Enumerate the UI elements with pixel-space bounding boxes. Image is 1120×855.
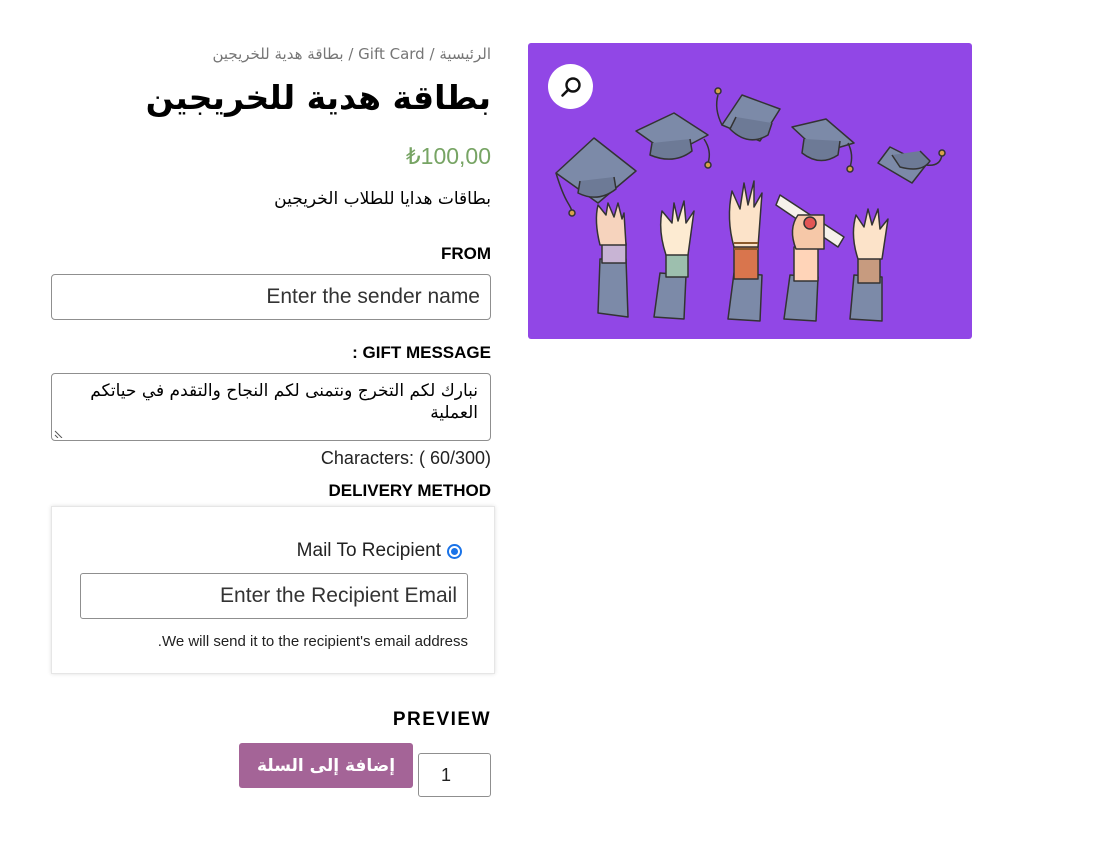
arm-2 <box>653 200 695 320</box>
cap-5 <box>877 146 946 184</box>
delivery-option-mail[interactable]: Mail To Recipient <box>78 537 468 565</box>
mail-radio[interactable] <box>447 543 462 559</box>
magnifier-icon <box>560 76 581 97</box>
mail-option-label: Mail To Recipient <box>296 540 441 561</box>
delivery-method-box: Mail To Recipient We will send it to the… <box>51 506 495 674</box>
breadcrumb-separator: / <box>343 45 354 63</box>
cap-3 <box>714 87 781 142</box>
resize-grip-icon[interactable] <box>54 429 63 438</box>
product-image-gallery[interactable] <box>528 43 972 339</box>
arm-4 <box>775 194 845 322</box>
gift-message-label: GIFT MESSAGE : <box>352 343 491 362</box>
arm-1 <box>595 202 629 318</box>
preview-link[interactable]: PREVIEW <box>51 707 491 733</box>
from-label: FROM <box>440 244 491 263</box>
radio-selected-dot <box>451 547 458 555</box>
product-summary: الرئيسية / Gift Card / بطاقة هدية للخريج… <box>51 40 495 797</box>
graduation-caps-illustration <box>555 87 946 322</box>
cap-2 <box>635 112 712 169</box>
delivery-method-label: DELIVERY METHOD <box>328 481 491 500</box>
delivery-note: We will send it to the recipient's email… <box>157 633 468 650</box>
product-title: بطاقة هدية للخريجين <box>145 78 491 117</box>
add-to-cart-row: إضافة إلى السلة <box>51 743 491 797</box>
recipient-email-input[interactable] <box>80 573 468 619</box>
breadcrumb-current: بطاقة هدية للخريجين <box>212 45 344 63</box>
zoom-button[interactable] <box>548 64 593 109</box>
breadcrumb: الرئيسية / Gift Card / بطاقة هدية للخريج… <box>51 40 491 68</box>
breadcrumb-home[interactable]: الرئيسية <box>439 45 491 63</box>
character-count: Characters: ( 60/300) <box>320 448 491 468</box>
add-to-cart-button[interactable]: إضافة إلى السلة <box>239 743 413 788</box>
cap-1 <box>555 137 637 217</box>
arm-5 <box>849 208 889 322</box>
cap-4 <box>791 118 855 173</box>
gift-message-text: نبارك لكم التخرج ونتمنى لكم النجاح والتق… <box>90 381 478 423</box>
breadcrumb-category[interactable]: Gift Card <box>358 45 425 63</box>
product-short-description: بطاقات هدايا للطلاب الخريجين <box>274 189 491 209</box>
sender-name-input[interactable] <box>51 274 491 320</box>
breadcrumb-separator: / <box>424 45 435 63</box>
arm-3 <box>727 180 763 322</box>
quantity-input[interactable] <box>418 753 491 797</box>
product-price: ₺100,00 <box>406 143 491 169</box>
gift-message-textarea[interactable]: نبارك لكم التخرج ونتمنى لكم النجاح والتق… <box>51 373 491 441</box>
